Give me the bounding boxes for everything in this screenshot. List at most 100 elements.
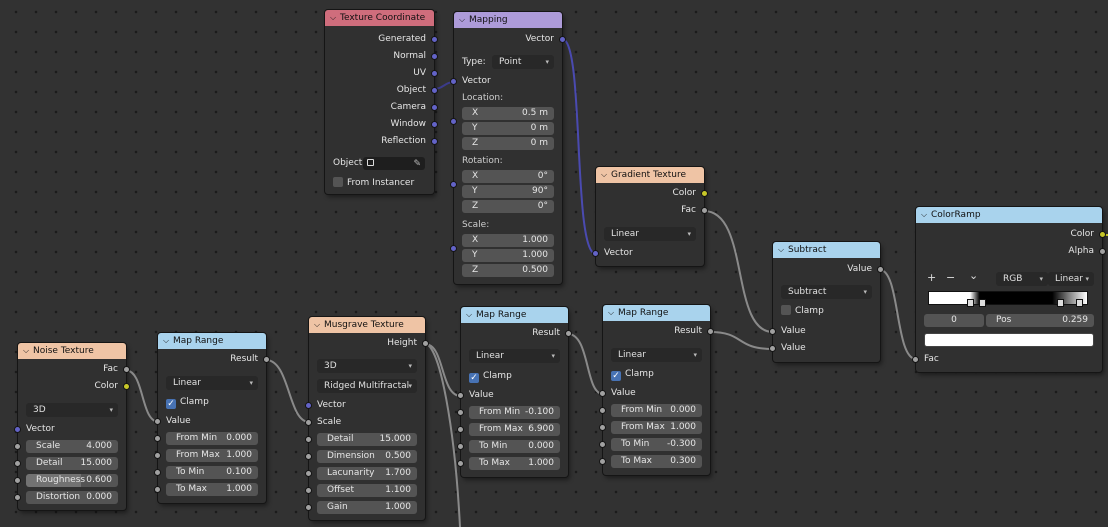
socket-maprange1-result[interactable] (263, 356, 270, 363)
collapse-chevron-icon[interactable]: ⌵ (919, 207, 929, 223)
socket-to-max[interactable] (154, 486, 161, 493)
to-min-field[interactable]: To Min 0.100 (166, 466, 258, 479)
socket-to-min[interactable] (599, 441, 606, 448)
map-range-clamp-checkbox[interactable]: ✓ Clamp (611, 367, 654, 381)
noise-detail-field[interactable]: Detail 15.000 (26, 457, 118, 470)
stop-index-field[interactable]: 0 (924, 314, 984, 327)
scale-x-field[interactable]: X 1.000 (462, 234, 554, 247)
noise-scale-field[interactable]: Scale 4.000 (26, 440, 118, 453)
noise-texture-node[interactable]: ⌵ Noise Texture Fac Color 3D ▾ Vector Scal… (14, 343, 130, 510)
socket-noise-fac[interactable] (123, 366, 130, 373)
socket-uv[interactable] (431, 70, 438, 77)
mapping-type-dropdown[interactable]: Point ▾ (492, 55, 554, 69)
socket-musgrave-scale-in[interactable] (305, 419, 312, 426)
socket-subtract-in-2[interactable] (769, 345, 776, 352)
socket-to-min[interactable] (154, 469, 161, 476)
socket-camera[interactable] (431, 104, 438, 111)
location-z-field[interactable]: Z0 m (462, 137, 554, 150)
ramp-stop-handle[interactable] (1057, 299, 1064, 307)
map-range-clamp-checkbox[interactable]: ✓ Clamp (166, 395, 209, 409)
socket-ramp-color[interactable] (1099, 231, 1106, 238)
musgrave-gain-field[interactable]: Gain 1.000 (317, 501, 417, 514)
socket-subtract-out[interactable] (877, 266, 884, 273)
to-max-field[interactable]: To Max 1.000 (469, 457, 560, 470)
collapse-chevron-icon[interactable]: ⌵ (328, 10, 338, 26)
rotation-z-field[interactable]: Z 0° (462, 200, 554, 213)
socket-musgrave-detail[interactable] (305, 436, 312, 443)
socket-from-min[interactable] (457, 409, 464, 416)
socket-musgrave-height[interactable] (422, 340, 429, 347)
socket-maprange2-value[interactable] (457, 392, 464, 399)
gradient-texture-node[interactable]: ⌵ Gradient Texture Color Fac Linear ▾ Vect… (592, 167, 708, 266)
socket-window[interactable] (431, 121, 438, 128)
socket-maprange2-result[interactable] (565, 330, 572, 337)
texture-coordinate-node[interactable]: ⌵ Texture Coordinate Generated Normal UV … (325, 10, 438, 194)
musgrave-texture-header[interactable]: ⌵ Musgrave Texture (309, 317, 425, 333)
subtract-node[interactable]: ⌵ Subtract Value Subtract ▾ Clamp Value Va… (769, 242, 884, 362)
socket-ramp-alpha[interactable] (1099, 248, 1106, 255)
scale-y-field[interactable]: Y 1.000 (462, 249, 554, 262)
collapse-chevron-icon[interactable]: ⌵ (161, 333, 171, 349)
collapse-chevron-icon[interactable]: ⌵ (457, 12, 467, 28)
musgrave-type-dropdown[interactable]: Ridged Multifractal ▾ (317, 379, 417, 393)
math-operation-dropdown[interactable]: Subtract ▾ (781, 285, 872, 299)
socket-from-min[interactable] (599, 407, 606, 414)
interpolation-dropdown[interactable]: Linear ▾ (1048, 272, 1094, 286)
ramp-menu-button[interactable]: ⌄ (969, 269, 978, 282)
map-range-interp-dropdown[interactable]: Linear ▾ (166, 376, 258, 390)
noise-texture-header[interactable]: ⌵ Noise Texture (18, 343, 126, 359)
noise-dimension-dropdown[interactable]: 3D ▾ (26, 403, 118, 417)
color-ramp-node[interactable]: ⌵ ColorRamp Color Alpha + − ⌄ RGB ▾ Linear… (912, 207, 1106, 372)
socket-musgrave-offset[interactable] (305, 487, 312, 494)
mapping-header[interactable]: ⌵ Mapping (454, 12, 562, 28)
from-max-field[interactable]: From Max 1.000 (166, 449, 258, 462)
map-range-clamp-checkbox[interactable]: ✓ Clamp (469, 369, 512, 383)
from-instancer-checkbox[interactable]: From Instancer (333, 176, 414, 190)
socket-from-max[interactable] (457, 426, 464, 433)
gradient-type-dropdown[interactable]: Linear ▾ (604, 227, 696, 241)
from-min-field[interactable]: From Min 0.000 (166, 432, 258, 445)
collapse-chevron-icon[interactable]: ⌵ (464, 307, 474, 323)
socket-location-in[interactable] (450, 118, 457, 125)
color-ramp-gradient[interactable] (928, 291, 1088, 307)
socket-from-min[interactable] (154, 435, 161, 442)
socket-mapping-vector-out[interactable] (559, 36, 566, 43)
musgrave-dimension-field[interactable]: Dimension 0.500 (317, 450, 417, 463)
socket-maprange3-value[interactable] (599, 390, 606, 397)
object-picker-field[interactable]: ✎ (363, 157, 425, 170)
map-range-interp-dropdown[interactable]: Linear ▾ (611, 348, 702, 362)
collapse-chevron-icon[interactable]: ⌵ (776, 242, 786, 258)
socket-musgrave-dimension[interactable] (305, 453, 312, 460)
socket-object[interactable] (431, 87, 438, 94)
socket-gradient-vector-in[interactable] (592, 250, 599, 257)
socket-noise-scale[interactable] (14, 443, 21, 450)
socket-gradient-fac[interactable] (701, 207, 708, 214)
ramp-stop-handle[interactable] (979, 299, 986, 307)
socket-to-max[interactable] (599, 458, 606, 465)
socket-noise-detail[interactable] (14, 460, 21, 467)
from-max-field[interactable]: From Max 6.900 (469, 423, 560, 436)
ramp-stop-handle[interactable] (967, 299, 974, 307)
socket-generated[interactable] (431, 36, 438, 43)
musgrave-dimension-dropdown[interactable]: 3D ▾ (317, 359, 417, 373)
map-range-node-1[interactable]: ⌵ Map Range Result Linear ▾ ✓ Clamp Value F… (154, 333, 270, 503)
socket-musgrave-vector-in[interactable] (305, 402, 312, 409)
location-x-field[interactable]: X 0.5 m (462, 107, 554, 120)
socket-maprange3-result[interactable] (707, 328, 714, 335)
map-range-header[interactable]: ⌵ Map Range (461, 307, 568, 323)
socket-maprange1-value[interactable] (154, 418, 161, 425)
stop-position-field[interactable]: Pos 0.259 (986, 314, 1094, 327)
rotation-x-field[interactable]: X 0° (462, 170, 554, 183)
eyedropper-icon[interactable]: ✎ (413, 157, 421, 172)
scale-z-field[interactable]: Z 0.500 (462, 264, 554, 277)
socket-noise-distortion[interactable] (14, 494, 21, 501)
mapping-node[interactable]: ⌵ Mapping Vector Type: Point ▾ Vector Loca… (450, 12, 566, 284)
add-stop-button[interactable]: + (927, 271, 936, 284)
socket-noise-vector-in[interactable] (14, 426, 21, 433)
noise-distortion-field[interactable]: Distortion 0.000 (26, 491, 118, 504)
color-ramp-header[interactable]: ⌵ ColorRamp (916, 207, 1102, 223)
map-range-header[interactable]: ⌵ Map Range (603, 305, 710, 321)
socket-scale-in[interactable] (450, 245, 457, 252)
musgrave-texture-node[interactable]: ⌵ Musgrave Texture Height 3D ▾ Ridged Mult… (305, 317, 429, 520)
stop-color-swatch[interactable] (924, 333, 1094, 347)
